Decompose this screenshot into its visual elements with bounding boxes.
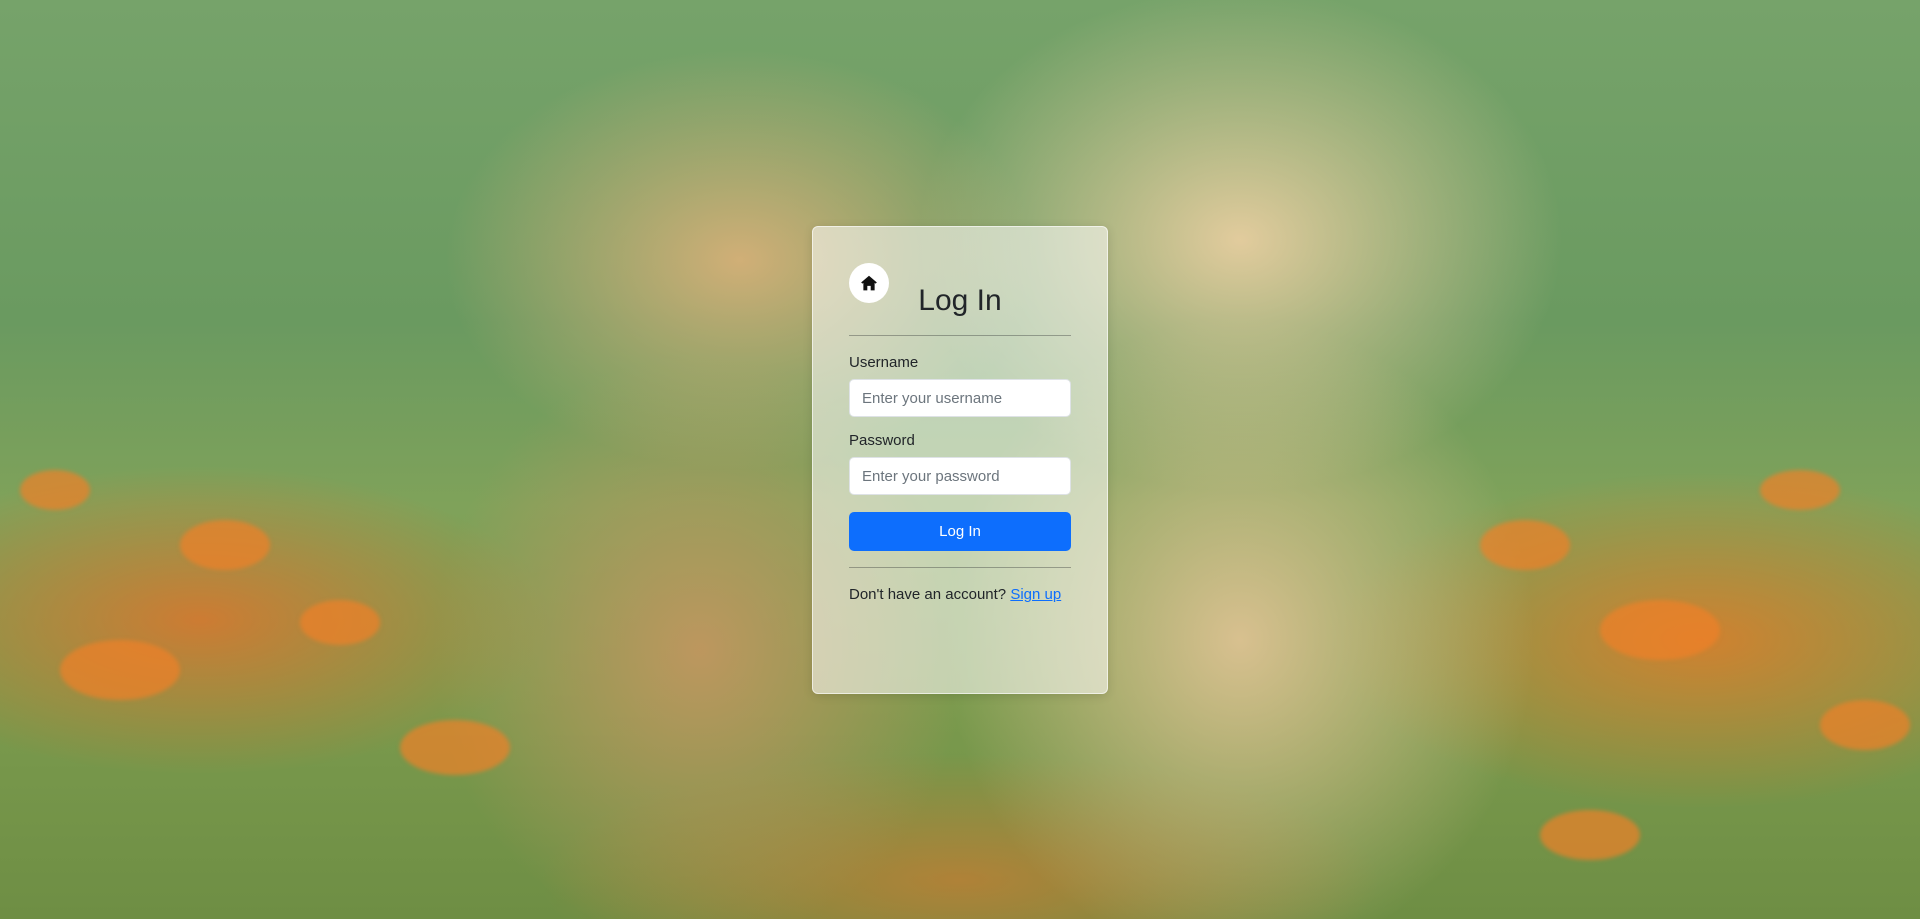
home-icon: [861, 275, 877, 291]
signup-prompt: Don't have an account?: [849, 586, 1007, 603]
divider: [849, 567, 1071, 568]
login-button[interactable]: Log In: [849, 512, 1071, 551]
username-label: Username: [849, 354, 919, 371]
password-input[interactable]: [849, 457, 1071, 495]
signup-link[interactable]: Sign up: [1010, 586, 1061, 603]
page-title: Log In: [918, 284, 1002, 317]
login-card: Log In Username Password Log In Don't ha…: [812, 226, 1108, 694]
username-input[interactable]: [849, 379, 1071, 417]
signup-row: Don't have an account? Sign up: [849, 586, 1071, 603]
divider: [849, 335, 1071, 336]
password-label: Password: [849, 432, 915, 449]
